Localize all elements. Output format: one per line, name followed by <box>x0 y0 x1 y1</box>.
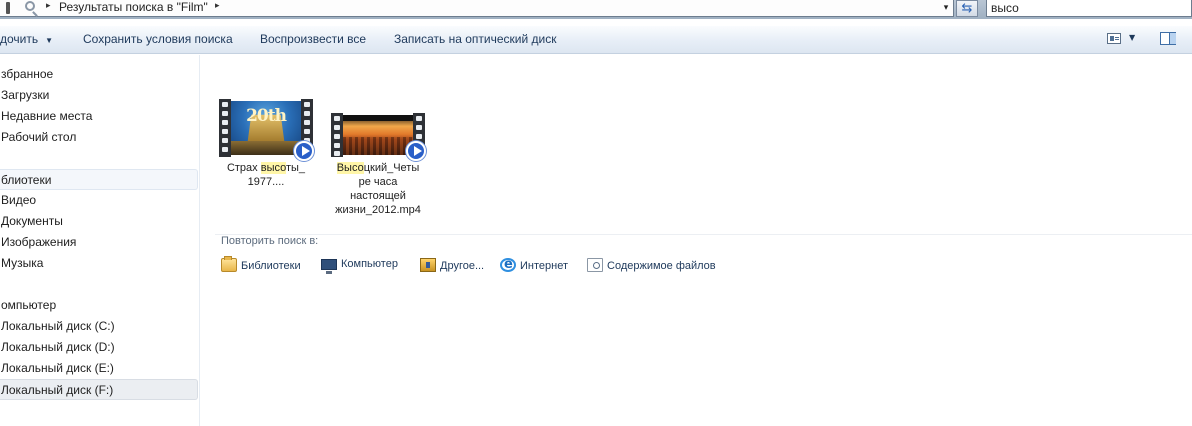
nav-item-libraries[interactable]: блиотеки <box>0 169 198 190</box>
search-input[interactable] <box>987 0 1191 16</box>
results-pane[interactable]: 20th Страх высоты_ 1977.... Высоцкий_Чет… <box>201 55 1192 426</box>
address-bar[interactable]: ▸ Результаты поиска в "Film" ▸ ▾ <box>0 0 954 17</box>
nav-item-downloads[interactable]: Загрузки <box>0 85 198 106</box>
libraries-icon <box>221 256 237 272</box>
nav-item-drive-e[interactable]: Локальный диск (E:) <box>0 358 198 379</box>
magnifier-icon <box>25 1 35 11</box>
link-label: Содержимое файлов <box>607 260 716 272</box>
breadcrumb-separator-icon[interactable]: ▸ <box>46 1 51 11</box>
nav-item-drive-f[interactable]: Локальный диск (F:) <box>0 379 198 400</box>
burn-disc-button[interactable]: Записать на оптический диск <box>394 32 557 46</box>
search-match-highlight: высо <box>260 162 286 174</box>
file-name-part: жизни_2012.mp4 <box>335 204 421 216</box>
search-match-highlight: Высо <box>336 162 364 174</box>
file-contents-icon <box>587 258 603 272</box>
search-location-icon <box>0 0 40 16</box>
breadcrumb-chevron-icon[interactable]: ▸ <box>215 1 220 11</box>
link-label: Компьютер <box>341 258 398 270</box>
film-strip-left <box>331 113 343 157</box>
file-name: Высоцкий_Четы ре часа настоящей жизни_20… <box>328 161 428 217</box>
file-name-part: настоящей <box>350 190 406 202</box>
nav-item-drive-d[interactable]: Локальный диск (D:) <box>0 337 198 358</box>
chevron-down-icon: ▼ <box>45 36 54 45</box>
file-item[interactable]: Высоцкий_Четы ре часа настоящей жизни_20… <box>328 113 428 217</box>
computer-icon <box>321 259 337 274</box>
breadcrumb-search-results[interactable]: Результаты поиска в "Film" <box>59 0 208 14</box>
file-name-part: Страх <box>226 162 261 174</box>
nav-item-recent-places[interactable]: Недавние места <box>0 106 198 127</box>
nav-item-videos[interactable]: Видео <box>0 190 198 211</box>
refresh-button[interactable]: ⇆ <box>956 0 978 17</box>
play-icon <box>294 141 314 161</box>
play-all-button[interactable]: Воспроизвести все <box>260 32 366 46</box>
repeat-search-file-contents-link[interactable]: Содержимое файлов <box>587 258 716 272</box>
navigation-pane[interactable]: збранное Загрузки Недавние места Рабочий… <box>0 55 200 426</box>
sunset-frame <box>343 115 413 155</box>
play-icon <box>406 141 426 161</box>
film-strip-left <box>219 99 231 157</box>
file-item[interactable]: 20th Страх высоты_ 1977.... <box>216 99 316 189</box>
internet-icon <box>500 257 516 272</box>
more-views-dropdown-icon[interactable]: ▼ <box>1129 33 1135 42</box>
file-name-part: ты_ <box>285 162 306 174</box>
nav-item-pictures[interactable]: Изображения <box>0 232 198 253</box>
file-name-part: ре часа <box>358 176 398 188</box>
file-name-part: цкий_Четы <box>363 162 420 174</box>
repeat-search-title: Повторить поиск в: <box>221 235 319 247</box>
repeat-search-computer-link[interactable]: Компьютер <box>321 258 398 274</box>
organize-button[interactable]: дочить ▼ <box>0 32 53 46</box>
file-name: Страх высоты_ 1977.... <box>216 161 316 189</box>
address-history-dropdown-icon[interactable]: ▾ <box>938 0 954 16</box>
nav-item-music[interactable]: Музыка <box>0 253 198 274</box>
address-row: ▸ Результаты поиска в "Film" ▸ ▾ ⇆ <box>0 0 1192 19</box>
command-bar: дочить ▼ Сохранить условия поиска Воспрои… <box>0 26 1192 54</box>
organize-label: дочить <box>0 32 39 46</box>
change-view-icon[interactable] <box>1107 33 1121 44</box>
search-box[interactable] <box>986 0 1192 17</box>
repeat-search-other-link[interactable]: Другое... <box>420 258 484 272</box>
nav-item-computer[interactable]: омпьютер <box>0 295 198 316</box>
link-label: Другое... <box>440 260 485 272</box>
video-thumbnail[interactable] <box>331 113 426 161</box>
video-thumbnail[interactable]: 20th <box>219 99 314 161</box>
link-label: Интернет <box>520 260 568 272</box>
nav-item-desktop[interactable]: Рабочий стол <box>0 127 198 148</box>
repeat-search-internet-link[interactable]: Интернет <box>500 257 568 272</box>
nav-item-drive-c[interactable]: Локальный диск (C:) <box>0 316 198 337</box>
nav-item-documents[interactable]: Документы <box>0 211 198 232</box>
fox-logo-frame: 20th <box>231 101 301 155</box>
link-label: Библиотеки <box>241 260 301 272</box>
file-name-part: 1977.... <box>247 176 285 188</box>
preview-pane-icon[interactable] <box>1160 32 1176 45</box>
save-search-button[interactable]: Сохранить условия поиска <box>83 32 233 46</box>
nav-item-favorites[interactable]: збранное <box>0 64 198 85</box>
custom-folder-icon <box>420 258 436 272</box>
divider <box>215 234 1192 235</box>
repeat-search-libraries-link[interactable]: Библиотеки <box>221 256 301 272</box>
